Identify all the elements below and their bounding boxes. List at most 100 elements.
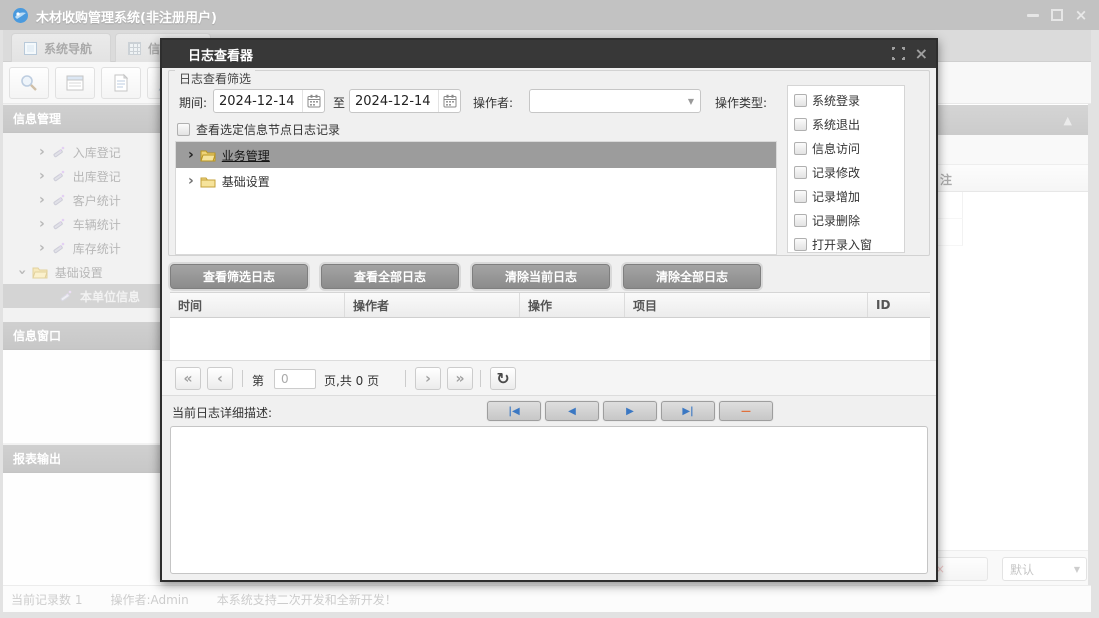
column-header-operator[interactable]: 操作者	[345, 293, 520, 317]
column-header-operation[interactable]: 操作	[520, 293, 625, 317]
next-page-button[interactable]: ›	[415, 367, 441, 390]
window-title: 木材收购管理系统(非注册用户)	[36, 11, 217, 26]
tree-node-label: 基础设置	[221, 174, 270, 189]
type-option-label: 信息访问	[812, 141, 861, 156]
type-label: 操作类型:	[715, 96, 768, 110]
app-logo-icon	[12, 7, 29, 24]
type-option-label: 打开录入窗	[812, 237, 873, 252]
checkbox-icon[interactable]	[177, 123, 190, 136]
application-window: 木材收购管理系统(非注册用户) × 系统导航 信息	[0, 0, 1099, 618]
checkbox-icon[interactable]	[794, 117, 807, 131]
minimize-button[interactable]	[1025, 8, 1041, 22]
page-number-input[interactable]	[274, 369, 316, 389]
log-node-tree: › 业务管理 › 基础设置	[175, 141, 777, 255]
window-controls: ×	[1025, 8, 1089, 23]
type-option-delete[interactable]: 记录删除	[794, 208, 904, 232]
checkbox-icon[interactable]	[794, 165, 807, 179]
chevron-down-icon[interactable]: ▼	[682, 97, 700, 106]
column-header-time[interactable]: 时间	[170, 293, 345, 317]
first-page-button[interactable]: «	[175, 367, 201, 390]
separator	[405, 370, 406, 387]
date-to-field[interactable]	[349, 89, 461, 113]
record-navigator: |◀ ◀ ▶ ▶| —	[487, 401, 773, 421]
operator-select[interactable]: ▼	[529, 89, 701, 113]
restore-icon	[1051, 9, 1063, 21]
separator	[242, 370, 243, 387]
clear-current-logs-button[interactable]: 清除当前日志	[472, 264, 610, 289]
paging-toolbar: « ‹ 第 页,共 0 页 › » ↻	[162, 360, 936, 396]
log-viewer-dialog: 日志查看器 × 日志查看筛选 期间: 至	[160, 38, 938, 582]
date-to-input[interactable]	[350, 93, 438, 109]
detail-row: 当前日志详细描述: |◀ ◀ ▶ ▶| —	[162, 398, 936, 424]
log-grid-body	[170, 318, 930, 360]
calendar-icon[interactable]	[438, 90, 460, 112]
record-first-button[interactable]: |◀	[487, 401, 541, 421]
restore-button[interactable]	[1049, 8, 1065, 22]
view-all-logs-button[interactable]: 查看全部日志	[321, 264, 459, 289]
node-filter-label: 查看选定信息节点日志记录	[196, 123, 341, 137]
to-label: 至	[333, 96, 346, 110]
type-option-logout[interactable]: 系统退出	[794, 112, 904, 136]
operation-type-list: 系统登录 系统退出 信息访问 记录修改 记录增加 记录删除 打开录入窗	[787, 85, 905, 253]
minimize-icon	[1027, 13, 1039, 17]
period-label: 期间:	[179, 96, 208, 110]
type-option-label: 记录修改	[812, 165, 861, 180]
dialog-tools: ×	[889, 45, 928, 62]
record-remove-button[interactable]: —	[719, 401, 773, 421]
maximize-icon[interactable]	[889, 45, 907, 62]
operator-label: 操作者:	[473, 96, 514, 110]
type-option-label: 记录删除	[812, 213, 861, 228]
type-option-modify[interactable]: 记录修改	[794, 160, 904, 184]
log-filter-fieldset: 日志查看筛选 期间: 至 操作者:	[168, 70, 930, 256]
page-label: 第	[252, 374, 265, 388]
open-folder-icon	[200, 149, 216, 162]
log-detail-textarea[interactable]	[170, 426, 928, 574]
clear-all-logs-button[interactable]: 清除全部日志	[623, 264, 761, 289]
detail-label: 当前日志详细描述:	[172, 406, 273, 420]
checkbox-icon[interactable]	[794, 213, 807, 227]
tree-node-business[interactable]: › 业务管理	[176, 142, 776, 168]
prev-page-button[interactable]: ‹	[207, 367, 233, 390]
record-prev-button[interactable]: ◀	[545, 401, 599, 421]
close-button[interactable]: ×	[1073, 8, 1089, 23]
checkbox-icon[interactable]	[794, 189, 807, 203]
expand-icon[interactable]: ›	[188, 174, 194, 188]
refresh-button[interactable]: ↻	[490, 367, 516, 390]
expand-icon[interactable]: ›	[188, 148, 194, 162]
type-option-label: 系统退出	[812, 117, 861, 132]
type-option-login[interactable]: 系统登录	[794, 88, 904, 112]
log-grid-header: 时间 操作者 操作 项目 ID	[170, 292, 930, 318]
page-total-label: 页,共 0 页	[324, 374, 380, 388]
last-page-button[interactable]: »	[447, 367, 473, 390]
operator-input[interactable]	[530, 94, 682, 108]
view-filtered-logs-button[interactable]: 查看筛选日志	[170, 264, 308, 289]
node-filter-checkbox-row[interactable]: 查看选定信息节点日志记录	[177, 121, 340, 138]
type-option-access[interactable]: 信息访问	[794, 136, 904, 160]
tree-node-label: 业务管理	[221, 148, 270, 163]
checkbox-icon[interactable]	[794, 237, 807, 251]
column-header-project[interactable]: 项目	[625, 293, 868, 317]
dialog-title: 日志查看器	[188, 48, 254, 64]
refresh-icon: ↻	[496, 369, 510, 388]
dialog-header[interactable]: 日志查看器 ×	[162, 40, 936, 68]
record-next-button[interactable]: ▶	[603, 401, 657, 421]
fieldset-legend: 日志查看筛选	[175, 70, 256, 87]
title-bar: 木材收购管理系统(非注册用户) ×	[0, 0, 1099, 30]
folder-icon	[200, 175, 216, 188]
date-from-field[interactable]	[213, 89, 325, 113]
checkbox-icon[interactable]	[794, 93, 807, 107]
type-option-add[interactable]: 记录增加	[794, 184, 904, 208]
tree-node-base-settings[interactable]: › 基础设置	[176, 168, 776, 194]
type-option-label: 系统登录	[812, 93, 861, 108]
calendar-icon[interactable]	[302, 90, 324, 112]
dialog-close-icon[interactable]: ×	[915, 46, 928, 62]
record-last-button[interactable]: ▶|	[661, 401, 715, 421]
type-option-open-entry[interactable]: 打开录入窗	[794, 232, 904, 252]
log-actions: 查看筛选日志 查看全部日志 清除当前日志 清除全部日志	[170, 264, 761, 289]
type-option-label: 记录增加	[812, 189, 861, 204]
separator	[480, 370, 481, 387]
dialog-body: 日志查看筛选 期间: 至 操作者:	[162, 68, 936, 580]
checkbox-icon[interactable]	[794, 141, 807, 155]
column-header-id[interactable]: ID	[868, 293, 930, 317]
date-from-input[interactable]	[214, 93, 302, 109]
